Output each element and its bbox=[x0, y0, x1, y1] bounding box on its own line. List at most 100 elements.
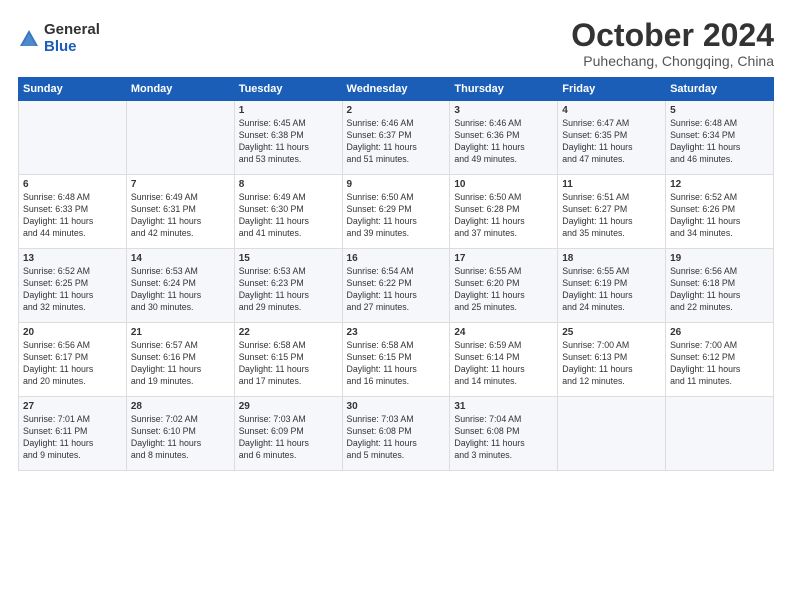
header-row: SundayMondayTuesdayWednesdayThursdayFrid… bbox=[19, 78, 774, 101]
calendar-cell: 5 Sunrise: 6:48 AM Sunset: 6:34 PM Daylig… bbox=[666, 101, 774, 175]
day-number: 21 bbox=[131, 327, 230, 338]
day-number: 13 bbox=[23, 253, 122, 264]
cell-content: Sunrise: 7:00 AM Sunset: 6:13 PM Dayligh… bbox=[562, 340, 661, 388]
cell-content: Sunrise: 7:00 AM Sunset: 6:12 PM Dayligh… bbox=[670, 340, 769, 388]
calendar-cell: 11 Sunrise: 6:51 AM Sunset: 6:27 PM Dayli… bbox=[558, 175, 666, 249]
calendar-cell: 24Sunrise: 6:59 AM Sunset: 6:14 PM Dayli… bbox=[450, 323, 558, 397]
day-number: 29 bbox=[239, 401, 338, 412]
cell-content: Sunrise: 6:47 AM Sunset: 6:35 PM Dayligh… bbox=[562, 118, 661, 166]
title-block: October 2024 Puhechang, Chongqing, China bbox=[571, 18, 774, 69]
calendar-cell: 1 Sunrise: 6:45 AM Sunset: 6:38 PM Daylig… bbox=[234, 101, 342, 175]
cell-content: Sunrise: 6:46 AM Sunset: 6:36 PM Dayligh… bbox=[454, 118, 553, 166]
cell-content: Sunrise: 6:45 AM Sunset: 6:38 PM Dayligh… bbox=[239, 118, 338, 166]
calendar-table: SundayMondayTuesdayWednesdayThursdayFrid… bbox=[18, 77, 774, 471]
logo-text: General Blue bbox=[44, 22, 100, 55]
cell-content: Sunrise: 6:55 AM Sunset: 6:19 PM Dayligh… bbox=[562, 266, 661, 314]
cell-content: Sunrise: 7:03 AM Sunset: 6:09 PM Dayligh… bbox=[239, 414, 338, 462]
day-number: 28 bbox=[131, 401, 230, 412]
calendar-cell: 20 Sunrise: 6:56 AM Sunset: 6:17 PM Dayli… bbox=[19, 323, 127, 397]
cell-content: Sunrise: 6:54 AM Sunset: 6:22 PM Dayligh… bbox=[347, 266, 446, 314]
calendar-cell bbox=[666, 397, 774, 471]
calendar-cell: 28 Sunrise: 7:02 AM Sunset: 6:10 PM Dayli… bbox=[126, 397, 234, 471]
cell-content: Sunrise: 7:04 AM Sunset: 6:08 PM Dayligh… bbox=[454, 414, 553, 462]
day-number: 24 bbox=[454, 327, 553, 338]
calendar-cell: 13 Sunrise: 6:52 AM Sunset: 6:25 PM Dayli… bbox=[19, 249, 127, 323]
day-number: 10 bbox=[454, 179, 553, 190]
cell-content: Sunrise: 6:50 AM Sunset: 6:29 PM Dayligh… bbox=[347, 192, 446, 240]
day-number: 20 bbox=[23, 327, 122, 338]
day-number: 25 bbox=[562, 327, 661, 338]
day-number: 30 bbox=[347, 401, 446, 412]
day-number: 12 bbox=[670, 179, 769, 190]
day-number: 11 bbox=[562, 179, 661, 190]
calendar-cell: 15Sunrise: 6:53 AM Sunset: 6:23 PM Dayli… bbox=[234, 249, 342, 323]
calendar-cell: 19 Sunrise: 6:56 AM Sunset: 6:18 PM Dayli… bbox=[666, 249, 774, 323]
day-number: 2 bbox=[347, 105, 446, 116]
calendar-cell: 2 Sunrise: 6:46 AM Sunset: 6:37 PM Daylig… bbox=[342, 101, 450, 175]
calendar-cell: 31Sunrise: 7:04 AM Sunset: 6:08 PM Dayli… bbox=[450, 397, 558, 471]
day-number: 18 bbox=[562, 253, 661, 264]
day-number: 27 bbox=[23, 401, 122, 412]
day-number: 23 bbox=[347, 327, 446, 338]
header-day-saturday: Saturday bbox=[666, 78, 774, 101]
day-number: 8 bbox=[239, 179, 338, 190]
cell-content: Sunrise: 6:46 AM Sunset: 6:37 PM Dayligh… bbox=[347, 118, 446, 166]
day-number: 5 bbox=[670, 105, 769, 116]
calendar-cell: 29 Sunrise: 7:03 AM Sunset: 6:09 PM Dayli… bbox=[234, 397, 342, 471]
header-day-monday: Monday bbox=[126, 78, 234, 101]
day-number: 19 bbox=[670, 253, 769, 264]
calendar-cell: 30 Sunrise: 7:03 AM Sunset: 6:08 PM Dayli… bbox=[342, 397, 450, 471]
calendar-cell: 25 Sunrise: 7:00 AM Sunset: 6:13 PM Dayli… bbox=[558, 323, 666, 397]
cell-content: Sunrise: 6:57 AM Sunset: 6:16 PM Dayligh… bbox=[131, 340, 230, 388]
cell-content: Sunrise: 7:03 AM Sunset: 6:08 PM Dayligh… bbox=[347, 414, 446, 462]
day-number: 16 bbox=[347, 253, 446, 264]
day-number: 1 bbox=[239, 105, 338, 116]
header-day-friday: Friday bbox=[558, 78, 666, 101]
day-number: 7 bbox=[131, 179, 230, 190]
calendar-cell: 6Sunrise: 6:48 AM Sunset: 6:33 PM Daylig… bbox=[19, 175, 127, 249]
calendar-cell: 26 Sunrise: 7:00 AM Sunset: 6:12 PM Dayli… bbox=[666, 323, 774, 397]
calendar-body: 1 Sunrise: 6:45 AM Sunset: 6:38 PM Daylig… bbox=[19, 101, 774, 471]
header: General Blue October 2024 Puhechang, Cho… bbox=[18, 18, 774, 69]
calendar-cell: 12 Sunrise: 6:52 AM Sunset: 6:26 PM Dayli… bbox=[666, 175, 774, 249]
calendar-cell bbox=[126, 101, 234, 175]
cell-content: Sunrise: 6:48 AM Sunset: 6:34 PM Dayligh… bbox=[670, 118, 769, 166]
calendar-cell: 3 Sunrise: 6:46 AM Sunset: 6:36 PM Daylig… bbox=[450, 101, 558, 175]
cell-content: Sunrise: 6:56 AM Sunset: 6:18 PM Dayligh… bbox=[670, 266, 769, 314]
day-number: 14 bbox=[131, 253, 230, 264]
week-row-2: 6Sunrise: 6:48 AM Sunset: 6:33 PM Daylig… bbox=[19, 175, 774, 249]
day-number: 17 bbox=[454, 253, 553, 264]
location: Puhechang, Chongqing, China bbox=[571, 53, 774, 69]
cell-content: Sunrise: 6:58 AM Sunset: 6:15 PM Dayligh… bbox=[347, 340, 446, 388]
calendar-page: General Blue October 2024 Puhechang, Cho… bbox=[0, 0, 792, 612]
calendar-cell: 10 Sunrise: 6:50 AM Sunset: 6:28 PM Dayli… bbox=[450, 175, 558, 249]
day-number: 26 bbox=[670, 327, 769, 338]
cell-content: Sunrise: 6:52 AM Sunset: 6:25 PM Dayligh… bbox=[23, 266, 122, 314]
cell-content: Sunrise: 7:02 AM Sunset: 6:10 PM Dayligh… bbox=[131, 414, 230, 462]
calendar-cell: 14Sunrise: 6:53 AM Sunset: 6:24 PM Dayli… bbox=[126, 249, 234, 323]
calendar-cell: 23 Sunrise: 6:58 AM Sunset: 6:15 PM Dayli… bbox=[342, 323, 450, 397]
cell-content: Sunrise: 6:49 AM Sunset: 6:31 PM Dayligh… bbox=[131, 192, 230, 240]
day-number: 22 bbox=[239, 327, 338, 338]
header-day-thursday: Thursday bbox=[450, 78, 558, 101]
cell-content: Sunrise: 6:52 AM Sunset: 6:26 PM Dayligh… bbox=[670, 192, 769, 240]
cell-content: Sunrise: 6:56 AM Sunset: 6:17 PM Dayligh… bbox=[23, 340, 122, 388]
calendar-cell: 4Sunrise: 6:47 AM Sunset: 6:35 PM Daylig… bbox=[558, 101, 666, 175]
month-title: October 2024 bbox=[571, 18, 774, 53]
header-day-wednesday: Wednesday bbox=[342, 78, 450, 101]
cell-content: Sunrise: 7:01 AM Sunset: 6:11 PM Dayligh… bbox=[23, 414, 122, 462]
logo-blue: Blue bbox=[44, 39, 100, 56]
calendar-cell: 21 Sunrise: 6:57 AM Sunset: 6:16 PM Dayli… bbox=[126, 323, 234, 397]
cell-content: Sunrise: 6:55 AM Sunset: 6:20 PM Dayligh… bbox=[454, 266, 553, 314]
logo-icon bbox=[18, 28, 40, 50]
day-number: 9 bbox=[347, 179, 446, 190]
week-row-5: 27 Sunrise: 7:01 AM Sunset: 6:11 PM Dayli… bbox=[19, 397, 774, 471]
week-row-4: 20 Sunrise: 6:56 AM Sunset: 6:17 PM Dayli… bbox=[19, 323, 774, 397]
calendar-cell: 16 Sunrise: 6:54 AM Sunset: 6:22 PM Dayli… bbox=[342, 249, 450, 323]
cell-content: Sunrise: 6:50 AM Sunset: 6:28 PM Dayligh… bbox=[454, 192, 553, 240]
day-number: 3 bbox=[454, 105, 553, 116]
cell-content: Sunrise: 6:49 AM Sunset: 6:30 PM Dayligh… bbox=[239, 192, 338, 240]
cell-content: Sunrise: 6:51 AM Sunset: 6:27 PM Dayligh… bbox=[562, 192, 661, 240]
calendar-cell: 9 Sunrise: 6:50 AM Sunset: 6:29 PM Daylig… bbox=[342, 175, 450, 249]
calendar-cell: 27 Sunrise: 7:01 AM Sunset: 6:11 PM Dayli… bbox=[19, 397, 127, 471]
